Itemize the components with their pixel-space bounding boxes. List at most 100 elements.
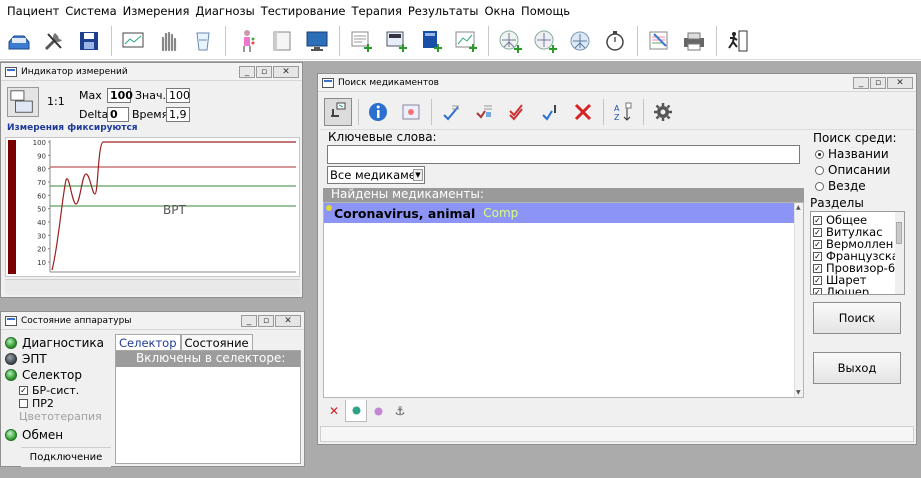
toolbar-separator [488,25,489,56]
checkbox-checked-icon: ✓ [813,275,822,285]
filter-delete-icon[interactable]: ✕ [323,400,345,422]
results-scrollbar[interactable]: ▲ ▼ [794,203,803,397]
list-check-button[interactable] [437,98,465,126]
computer-icon[interactable] [302,26,332,56]
menu-testing[interactable]: Тестирование [258,4,349,18]
maximize-button[interactable]: ▫ [258,314,274,327]
vitruvian-add-icon[interactable] [495,26,525,56]
open-tray-icon[interactable] [4,26,34,56]
exit-icon[interactable] [723,26,753,56]
close-button[interactable]: ✕ [273,65,299,78]
window-icon [5,315,17,326]
connection-button[interactable]: Подключение [21,447,111,467]
apparatus-title: Состояние аппаратуры [21,315,132,326]
list-add-button[interactable] [536,98,564,126]
menu-measurements[interactable]: Измерения [120,4,193,18]
y-tick-label: 80 [37,166,46,174]
menu-system[interactable]: Система [62,4,119,18]
glass-icon[interactable] [188,26,218,56]
menu-bar: Пациент Система Измерения Диагнозы Тести… [0,0,921,22]
details-button[interactable] [397,98,425,126]
close-button[interactable]: ✕ [887,76,913,89]
list-double-check-button[interactable] [503,98,531,126]
search-status-bar [320,426,914,442]
menu-therapy[interactable]: Терапия [349,4,405,18]
y-tick-label: 40 [37,219,46,227]
printer-icon[interactable] [679,26,709,56]
level-bar [8,140,16,274]
list-mark-button[interactable] [470,98,498,126]
save-icon[interactable] [74,26,104,56]
y-tick-label: 60 [37,192,46,200]
checkbox-empty-icon [19,399,28,408]
monitor-icon[interactable] [118,26,148,56]
scroll-up-icon[interactable]: ▲ [796,204,801,211]
anchor-icon[interactable]: ⚓ [389,400,411,422]
section-luscher[interactable]: ✓ Люшер [813,285,869,295]
measure-mode-button[interactable] [7,87,39,117]
medicine-type-select[interactable]: Все медикамен ▼ [327,166,425,184]
sort-button[interactable]: AZ [609,98,637,126]
menu-results[interactable]: Результаты [405,4,482,18]
checkbox-checked-icon: ✓ [813,287,822,295]
apparatus-window: Состояние аппаратуры _ ▫ ✕ Диагностика Э… [0,311,305,467]
search-button[interactable]: Поиск [813,302,901,334]
sections-scrollbar[interactable] [895,212,904,294]
chart-add-icon[interactable] [451,26,481,56]
list-check-icon [443,105,459,120]
search-mode-button[interactable] [324,97,352,126]
tab-selector[interactable]: Селектор [115,334,181,351]
tools-icon[interactable] [39,26,69,56]
hand-icon[interactable] [153,26,183,56]
exit-button[interactable]: Выход [813,352,901,384]
value-label: Знач. [135,89,166,102]
radio-everywhere[interactable]: Везде [815,179,866,193]
book-add-icon[interactable] [416,26,446,56]
document-add-2-icon[interactable] [381,26,411,56]
menu-patient[interactable]: Пациент [4,4,62,18]
minimize-button[interactable]: _ [241,314,257,327]
keywords-input[interactable] [327,145,800,164]
minimize-button[interactable]: _ [239,65,255,78]
apparatus-title-bar[interactable]: Состояние аппаратуры _ ▫ ✕ [1,312,304,330]
scroll-down-icon[interactable]: ▼ [796,389,801,396]
settings-button[interactable] [649,98,677,126]
sort-az-icon: AZ [614,102,632,122]
search-title-bar[interactable]: Поиск медикаментов _ ▫ ✕ [318,74,916,92]
filter-violet-icon[interactable] [367,400,389,422]
book-icon[interactable] [267,26,297,56]
vitruvian-add-2-icon[interactable] [530,26,560,56]
stopwatch-icon[interactable] [600,26,630,56]
info-button[interactable] [364,98,392,126]
pr2-checkbox[interactable]: ПР2 [19,397,54,410]
br-sist-checkbox[interactable]: ✓ БР-сист. [19,384,79,397]
delete-icon [574,103,592,120]
menu-diagnoses[interactable]: Диагнозы [192,4,257,18]
vitruvian-icon[interactable] [565,26,595,56]
maximize-button[interactable]: ▫ [870,76,886,89]
time-label: Время [132,108,169,121]
svg-text:A: A [614,104,620,113]
menu-help[interactable]: Помощь [518,4,573,18]
results-list: Coronavirus, animal Comp ▲ ▼ [323,202,804,398]
indicator-title-bar[interactable]: Индикатор измерений _ ▫ ✕ [1,63,302,81]
body-icon[interactable] [232,26,262,56]
minimize-button[interactable]: _ [853,76,869,89]
menu-windows[interactable]: Окна [481,4,518,18]
radio-names[interactable]: Названии [815,147,889,161]
radio-descriptions[interactable]: Описании [815,163,890,177]
document-edit-icon[interactable] [644,26,674,56]
stamp-icon [331,102,346,117]
result-marker-icon [326,205,332,211]
scroll-thumb[interactable] [896,222,902,244]
document-add-icon[interactable] [346,26,376,56]
close-button[interactable]: ✕ [275,314,301,327]
filter-green-icon[interactable] [345,400,367,422]
measurement-status: Измерения фиксируются [7,123,138,133]
delete-button[interactable] [569,98,597,126]
max-value: 100 [107,88,133,103]
maximize-button[interactable]: ▫ [256,65,272,78]
apparatus-tabs: Селектор Состояние [115,334,253,351]
tab-state[interactable]: Состояние [180,334,253,351]
result-row[interactable]: Coronavirus, animal Comp [324,203,797,223]
